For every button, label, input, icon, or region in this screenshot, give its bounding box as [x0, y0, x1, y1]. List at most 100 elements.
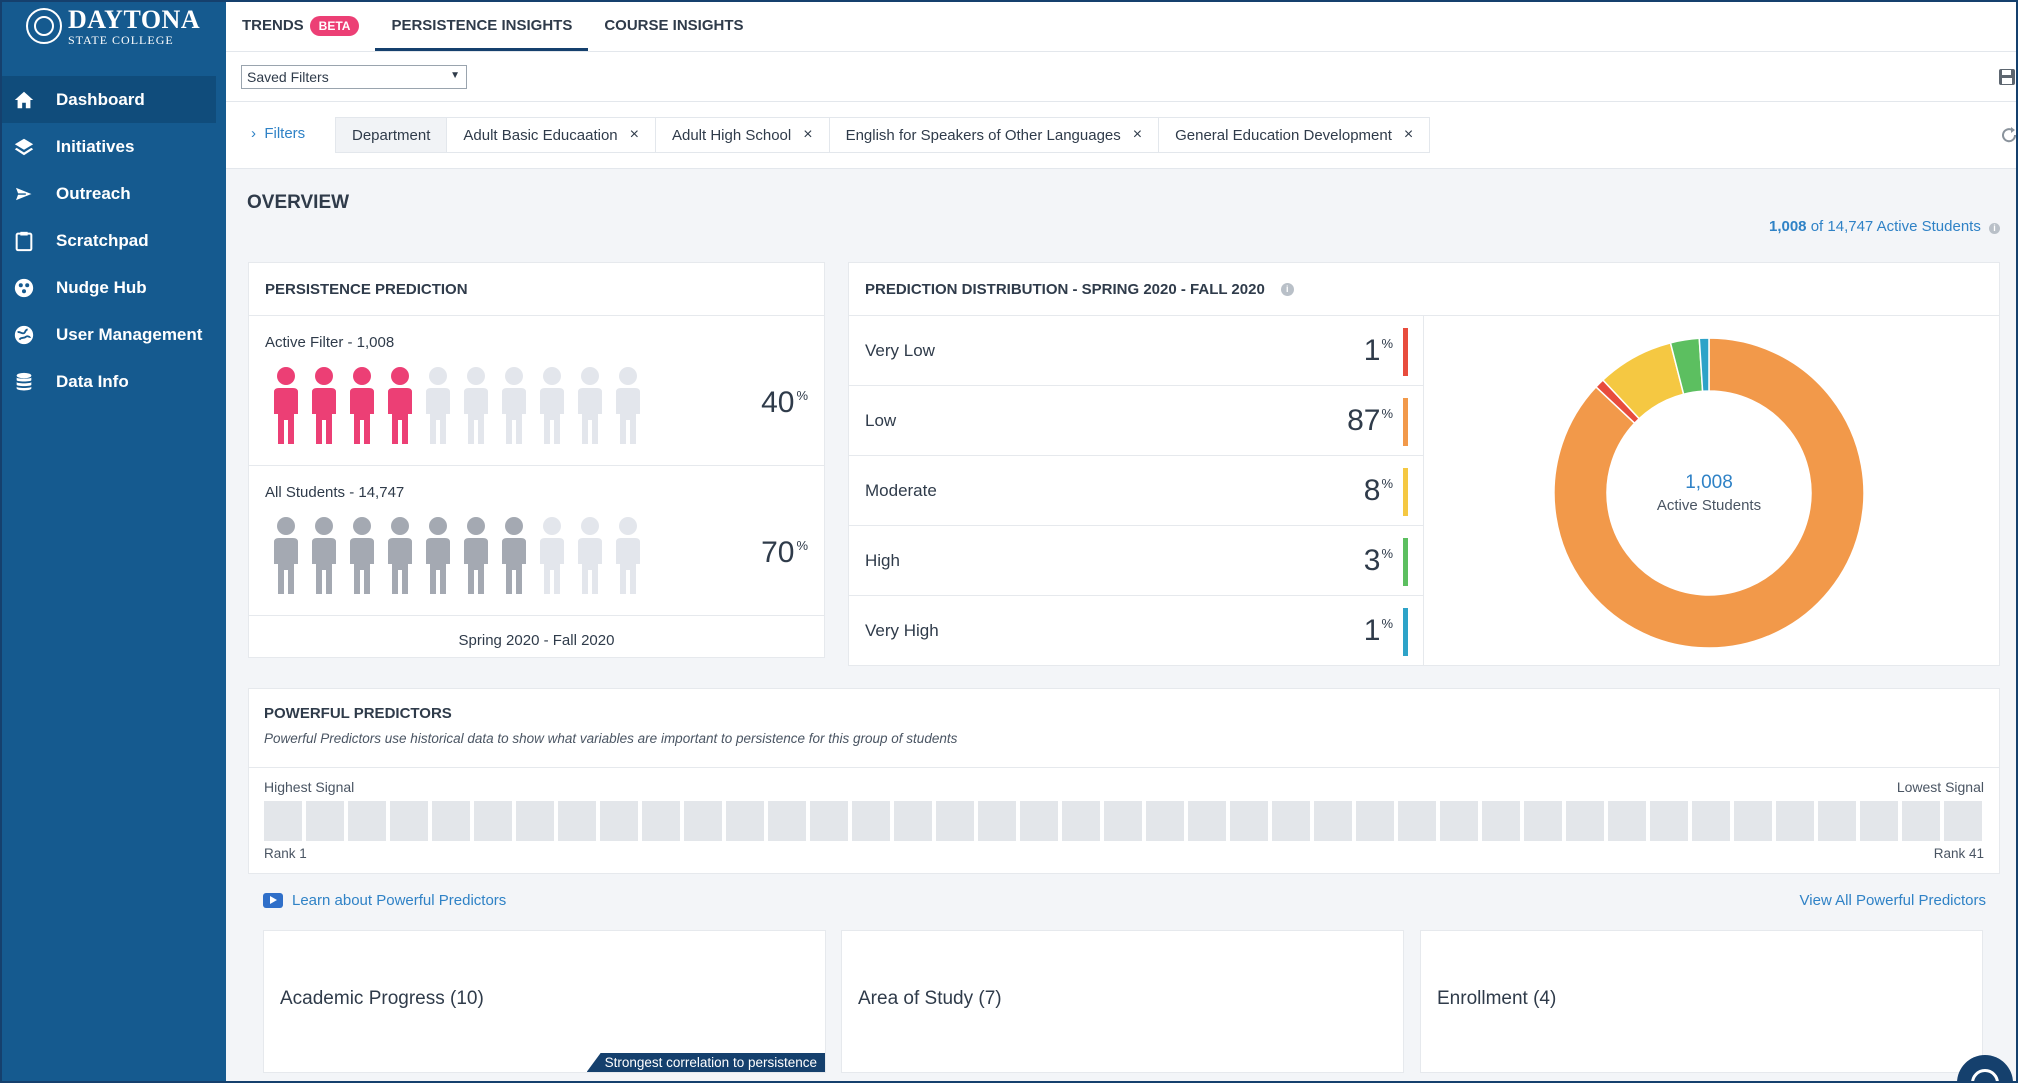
close-icon[interactable]: × — [1133, 126, 1142, 144]
close-icon[interactable]: × — [630, 126, 639, 144]
predictor-category-card[interactable]: Academic Progress (10) Strongest correla… — [263, 930, 826, 1073]
signal-rank-square[interactable] — [1902, 801, 1940, 841]
chip-label: English for Speakers of Other Languages — [845, 126, 1121, 144]
tab-course-insights[interactable]: COURSE INSIGHTS — [588, 0, 759, 51]
person-icon — [540, 517, 564, 594]
sidebar-item-label: Initiatives — [56, 136, 135, 156]
row-label: High — [865, 551, 900, 570]
signal-rank-square[interactable] — [1398, 801, 1436, 841]
logo-line1: DAYTONA — [68, 4, 201, 34]
signal-rank-square[interactable] — [1692, 801, 1730, 841]
layers-icon — [12, 135, 36, 159]
sidebar-item-initiatives[interactable]: Initiatives — [0, 123, 216, 170]
video-icon — [263, 893, 283, 908]
distribution-row: Very High 1% — [849, 596, 1423, 666]
person-icon — [312, 517, 336, 594]
save-icon[interactable] — [1998, 68, 2016, 86]
pct-sign: % — [796, 388, 808, 403]
signal-rank-square[interactable] — [1776, 801, 1814, 841]
signal-rank-square[interactable] — [936, 801, 974, 841]
page-title: OVERVIEW — [247, 192, 350, 213]
signal-rank-square[interactable] — [1818, 801, 1856, 841]
signal-rank-square[interactable] — [264, 801, 302, 841]
beta-badge: BETA — [309, 15, 360, 36]
signal-rank-square[interactable] — [600, 801, 638, 841]
sidebar-item-label: Nudge Hub — [56, 277, 147, 297]
info-icon[interactable]: i — [1989, 223, 2000, 234]
learn-predictors-link[interactable]: Learn about Powerful Predictors — [263, 892, 506, 909]
predictor-category-card[interactable]: Enrollment (4) — [1420, 930, 1983, 1073]
signal-rank-square[interactable] — [558, 801, 596, 841]
row-value: 1% — [1364, 614, 1393, 648]
row-label: Moderate — [865, 481, 937, 500]
signal-rank-square[interactable] — [1356, 801, 1394, 841]
close-icon[interactable]: × — [1404, 126, 1413, 144]
signal-rank-square[interactable] — [768, 801, 806, 841]
signal-rank-square[interactable] — [1188, 801, 1226, 841]
signal-rank-square[interactable] — [894, 801, 932, 841]
sidebar-item-scratchpad[interactable]: Scratchpad — [0, 217, 216, 264]
signal-rank-square[interactable] — [852, 801, 890, 841]
filters-toggle[interactable]: › Filters — [251, 125, 305, 142]
sidebar-item-data-info[interactable]: Data Info — [0, 358, 216, 405]
signal-rank-square[interactable] — [1944, 801, 1982, 841]
person-icon — [312, 367, 336, 444]
signal-rank-square[interactable] — [726, 801, 764, 841]
signal-rank-square[interactable] — [390, 801, 428, 841]
person-icon — [274, 517, 298, 594]
sidebar-item-dashboard[interactable]: Dashboard — [0, 76, 216, 123]
predictor-category-card[interactable]: Area of Study (7) — [841, 930, 1404, 1073]
refresh-icon[interactable] — [2000, 126, 2018, 144]
signal-rank-square[interactable] — [1146, 801, 1184, 841]
sidebar-item-user-management[interactable]: User Management — [0, 311, 216, 358]
signal-rank-square[interactable] — [1020, 801, 1058, 841]
signal-rank-square[interactable] — [1104, 801, 1142, 841]
person-icon — [502, 367, 526, 444]
rank-last-label: Rank 41 — [1933, 846, 1984, 861]
signal-rank-square[interactable] — [348, 801, 386, 841]
color-bar — [1403, 538, 1408, 586]
signal-rank-square[interactable] — [1566, 801, 1604, 841]
card-title: POWERFUL PREDICTORS — [264, 705, 452, 722]
signal-rank-square[interactable] — [978, 801, 1016, 841]
filter-category-department[interactable]: Department — [336, 118, 448, 152]
person-icon — [616, 367, 640, 444]
close-icon[interactable]: × — [803, 126, 812, 144]
signal-rank-square[interactable] — [1314, 801, 1352, 841]
saved-filters-select[interactable]: Saved Filters ▼ — [241, 65, 467, 89]
signal-rank-square[interactable] — [810, 801, 848, 841]
info-icon[interactable]: i — [1280, 282, 1294, 296]
sidebar-item-nudge-hub[interactable]: Nudge Hub — [0, 264, 216, 311]
tab-trends[interactable]: TRENDS BETA — [226, 0, 375, 51]
signal-rank-square[interactable] — [474, 801, 512, 841]
row-label: Very High — [865, 621, 939, 640]
rank-first-label: Rank 1 — [264, 846, 307, 861]
signal-rank-square[interactable] — [1524, 801, 1562, 841]
signal-rank-square[interactable] — [1608, 801, 1646, 841]
college-logo[interactable]: DAYTONA STATE COLLEGE — [0, 0, 226, 52]
distribution-row: Very Low 1% — [849, 316, 1423, 386]
signal-rank-square[interactable] — [306, 801, 344, 841]
chip-label: Department — [352, 126, 431, 144]
view-all-predictors-link[interactable]: View All Powerful Predictors — [1800, 892, 1986, 909]
card-title: PERSISTENCE PREDICTION — [265, 281, 468, 298]
signal-rank-square[interactable] — [1230, 801, 1268, 841]
signal-rank-square[interactable] — [1860, 801, 1898, 841]
donut-center: 1,008 Active Students — [1549, 333, 1869, 653]
signal-rank-square[interactable] — [684, 801, 722, 841]
color-bar — [1403, 608, 1408, 656]
signal-rank-square[interactable] — [1062, 801, 1100, 841]
person-icon — [464, 367, 488, 444]
signal-rank-square[interactable] — [642, 801, 680, 841]
signal-rank-square[interactable] — [1440, 801, 1478, 841]
signal-rank-square[interactable] — [1272, 801, 1310, 841]
sidebar-item-outreach[interactable]: Outreach — [0, 170, 216, 217]
signal-rank-square[interactable] — [1734, 801, 1772, 841]
signal-rank-square[interactable] — [432, 801, 470, 841]
signal-rank-square[interactable] — [516, 801, 554, 841]
sidebar-item-label: Scratchpad — [56, 230, 149, 250]
signal-rank-square[interactable] — [1482, 801, 1520, 841]
signal-rank-square[interactable] — [1650, 801, 1688, 841]
tab-persistence-insights[interactable]: PERSISTENCE INSIGHTS — [375, 0, 589, 51]
chip-label: General Education Development — [1175, 126, 1392, 144]
